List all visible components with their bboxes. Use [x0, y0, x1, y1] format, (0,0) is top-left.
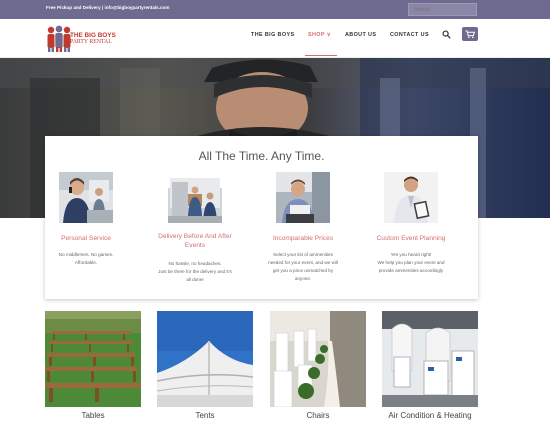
- service-description-line: Just be there for the delivery and it's: [158, 269, 232, 274]
- gallery-label-chairs[interactable]: Chairs: [270, 411, 366, 420]
- service-image-planning: [384, 172, 438, 223]
- logo-people-icon: [47, 25, 71, 52]
- service-description-line: Affordable.: [74, 260, 98, 265]
- logo-line-2: PARTY RENTAL: [70, 39, 112, 45]
- service-description-line: We help you plan your event and: [377, 260, 445, 265]
- service-title: Incomparable Prices: [272, 235, 334, 242]
- gallery-image-tents[interactable]: [157, 311, 253, 407]
- service-description-line: Yes you heard right!: [390, 252, 432, 257]
- service-title: Custom Event Planning: [376, 235, 446, 242]
- service-image-personal: [59, 172, 113, 223]
- service-description-line: No hassle, no headaches.: [168, 261, 222, 266]
- service-title-line: Events: [184, 242, 206, 249]
- nav-contact-us[interactable]: CONTACT US: [390, 32, 429, 38]
- site-header: THE BIG BOYS PARTY RENTAL THE BIG BOYS S…: [0, 19, 550, 58]
- gallery-label-tents[interactable]: Tents: [157, 411, 253, 420]
- service-description-line: provide ammenities accordingly: [378, 268, 444, 273]
- gallery-label-tables[interactable]: Tables: [45, 411, 141, 420]
- services-title: All The Time. Any Time.: [198, 149, 325, 163]
- site-logo[interactable]: THE BIG BOYS PARTY RENTAL: [46, 23, 126, 53]
- cart-button[interactable]: [462, 27, 478, 41]
- top-utility-bar: Free Pickup and Delivery | info@bigboypa…: [0, 0, 550, 19]
- service-image-delivery: [168, 172, 222, 223]
- service-description-line: get you a price unmatched by: [272, 268, 334, 273]
- nav-about-us[interactable]: ABOUT US: [345, 32, 376, 38]
- search-icon[interactable]: [442, 30, 451, 39]
- contact-info-text: Free Pickup and Delivery | info@bigboypa…: [46, 5, 170, 10]
- search-input[interactable]: [408, 3, 477, 16]
- nav-the-big-boys[interactable]: THE BIG BOYS: [251, 32, 294, 38]
- logo-line-1: THE BIG BOYS: [70, 32, 116, 39]
- service-title: Personal Service: [61, 235, 111, 242]
- gallery-label-air-condition-heating[interactable]: Air Condition & Heating: [382, 411, 478, 420]
- services-card: All The Time. Any Time. Personal Service…: [45, 136, 478, 299]
- service-description-line: needed for your event, and we will: [268, 260, 338, 265]
- service-description-line: Select your list of ammenities: [273, 252, 333, 257]
- nav-shop[interactable]: SHOP ∨: [308, 32, 331, 38]
- nav-active-indicator: [305, 55, 337, 56]
- service-title-line: Delivery Before And After: [158, 233, 232, 240]
- service-description-line: No middlemen. No games.: [58, 252, 114, 257]
- service-image-prices: [276, 172, 330, 223]
- cart-icon: [465, 30, 476, 39]
- service-description-line: all done!: [186, 277, 204, 282]
- service-description-line: anyone.: [294, 276, 312, 281]
- gallery-image-tables[interactable]: [45, 311, 141, 407]
- gallery-image-chairs[interactable]: [270, 311, 366, 407]
- gallery-image-air-condition-heating[interactable]: [382, 311, 478, 407]
